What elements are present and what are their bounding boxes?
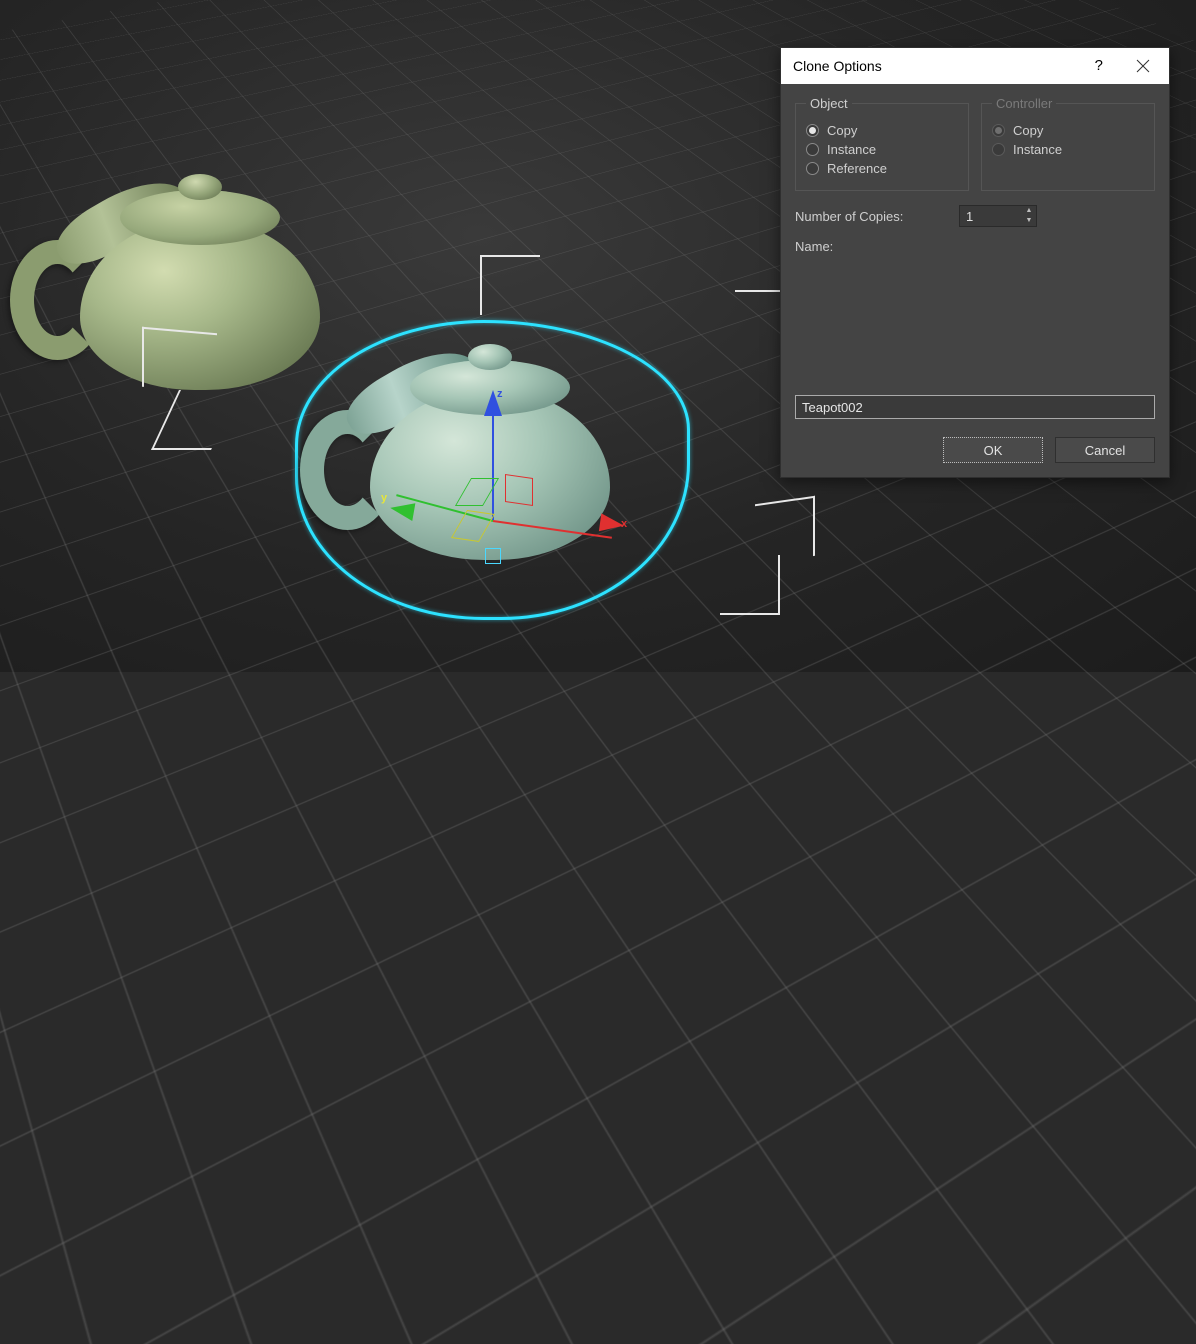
name-input[interactable] — [795, 395, 1155, 419]
radio-controller-instance: Instance — [992, 142, 1144, 157]
copies-spinner[interactable]: ▲ ▼ — [959, 205, 1037, 227]
radio-object-reference[interactable]: Reference — [806, 161, 958, 176]
controller-group: Controller Copy Instance — [981, 96, 1155, 191]
dialog-titlebar[interactable]: Clone Options ? — [781, 48, 1169, 84]
copies-input[interactable] — [960, 207, 1022, 226]
copies-step-down[interactable]: ▼ — [1022, 216, 1036, 226]
cancel-button[interactable]: Cancel — [1055, 437, 1155, 463]
object-group: Object Copy Instance Reference — [795, 96, 969, 191]
cancel-button-label: Cancel — [1085, 443, 1125, 458]
radio-icon — [806, 143, 819, 156]
radio-icon — [992, 124, 1005, 137]
close-icon — [1136, 59, 1150, 73]
copies-label: Number of Copies: — [795, 209, 945, 224]
controller-legend: Controller — [992, 96, 1056, 111]
radio-label: Instance — [1013, 142, 1062, 157]
dialog-title: Clone Options — [793, 58, 1077, 74]
clone-options-dialog: Clone Options ? Object Copy Instance Ref… — [780, 47, 1170, 478]
radio-icon — [806, 162, 819, 175]
radio-object-copy[interactable]: Copy — [806, 123, 958, 138]
name-label: Name: — [795, 239, 1155, 389]
ok-button[interactable]: OK — [943, 437, 1043, 463]
radio-label: Copy — [827, 123, 857, 138]
help-button[interactable]: ? — [1077, 50, 1121, 82]
ok-button-label: OK — [984, 443, 1003, 458]
radio-controller-copy: Copy — [992, 123, 1144, 138]
radio-object-instance[interactable]: Instance — [806, 142, 958, 157]
radio-icon — [992, 143, 1005, 156]
radio-icon — [806, 124, 819, 137]
copies-step-up[interactable]: ▲ — [1022, 206, 1036, 216]
close-button[interactable] — [1121, 50, 1165, 82]
radio-label: Copy — [1013, 123, 1043, 138]
object-legend: Object — [806, 96, 852, 111]
radio-label: Instance — [827, 142, 876, 157]
radio-label: Reference — [827, 161, 887, 176]
